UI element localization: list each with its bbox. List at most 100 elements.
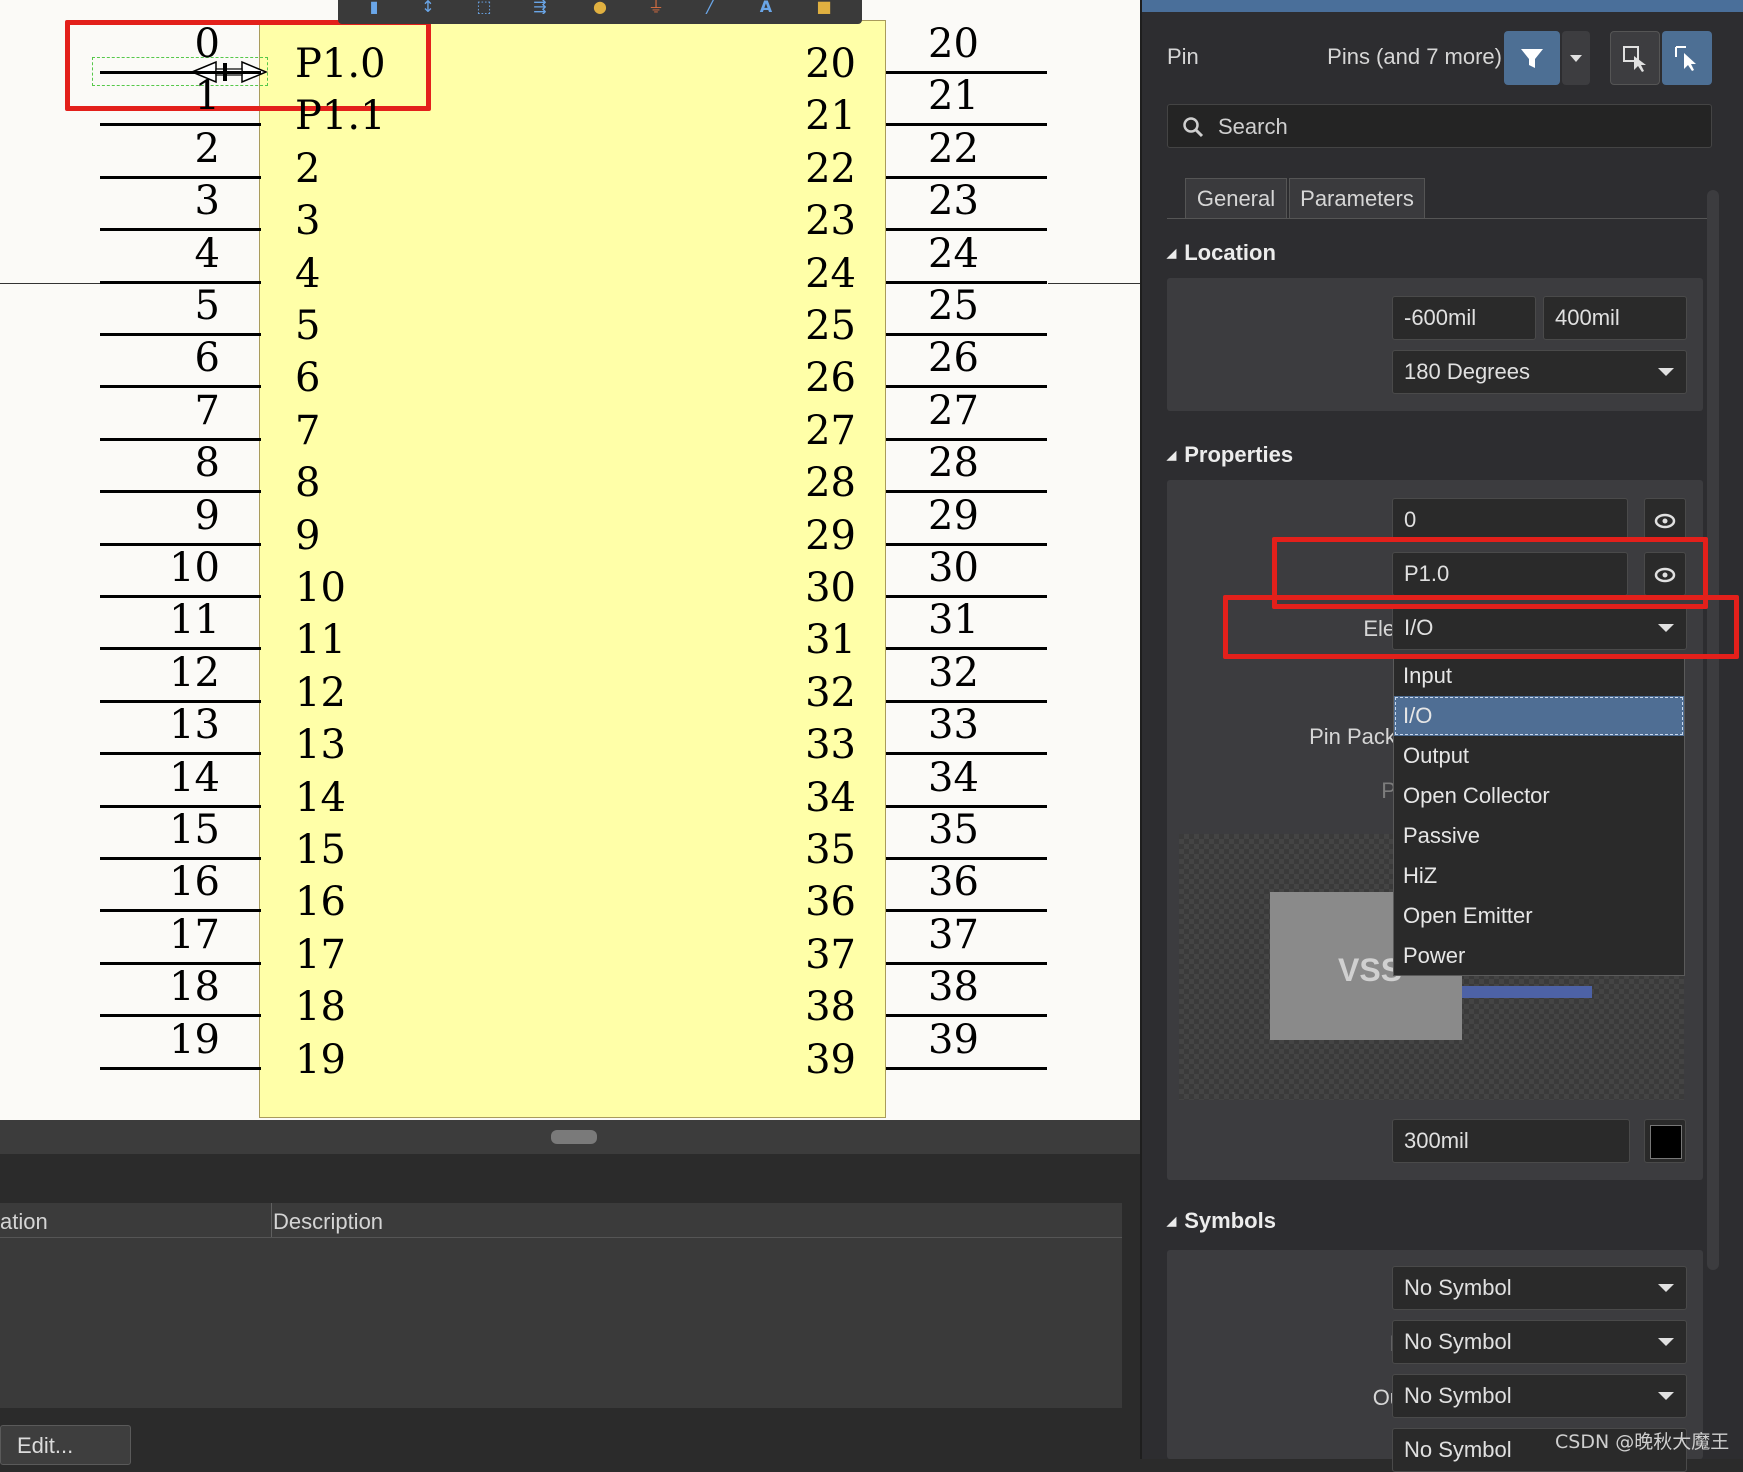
- filter-dropdown-button[interactable]: [1562, 31, 1590, 85]
- search-input[interactable]: Search: [1167, 104, 1712, 148]
- part-icon[interactable]: ■: [812, 0, 836, 14]
- align-icon[interactable]: ⇶: [528, 0, 552, 14]
- select-mode-button[interactable]: [1662, 31, 1712, 85]
- pin-line-left[interactable]: [100, 385, 261, 389]
- y-field[interactable]: 400mil: [1543, 296, 1687, 340]
- watermark: CSDN @晚秋大魔王: [1555, 1431, 1730, 1453]
- pin-number-left: 18: [169, 964, 220, 1011]
- column-header-location[interactable]: ation: [0, 1209, 48, 1235]
- pin-number-left: 1: [194, 73, 220, 120]
- pin-name-left: 19: [295, 1036, 346, 1083]
- pin-line-left[interactable]: [100, 123, 261, 127]
- pin-number-right: 39: [928, 1016, 979, 1063]
- splitter-handle[interactable]: [551, 1130, 597, 1144]
- pin-number-left: 7: [194, 387, 220, 434]
- pin-name-right: 26: [805, 355, 856, 402]
- pin-number-right: 27: [928, 387, 979, 434]
- schematic-canvas[interactable]: ▮ ↕ ⬚ ⇶ ● ⏚ ╱ A ■ 0 P1.0 1 P1.1 2 2 3 3 4 4 5 5 6 6 7 7…: [0, 0, 1140, 1120]
- outside-edge-dropdown[interactable]: No Symbol: [1392, 1374, 1687, 1418]
- pin-number-left: 11: [169, 597, 220, 644]
- panel-title-bar: [1142, 0, 1743, 12]
- select-area-icon[interactable]: ⬚: [472, 0, 496, 14]
- pin-name-left: 17: [295, 931, 346, 978]
- line-tool-icon[interactable]: ↕: [416, 0, 440, 14]
- section-location-header[interactable]: ◢ Location: [1167, 240, 1276, 266]
- pin-number-left: 15: [169, 807, 220, 853]
- designator-field[interactable]: 0: [1392, 498, 1628, 542]
- select-overlapped-icon: [1623, 46, 1646, 72]
- pin-tool-icon[interactable]: ▮: [362, 0, 386, 14]
- x-field[interactable]: -600mil: [1392, 296, 1536, 340]
- pin-number-left: 13: [169, 702, 220, 749]
- pin-name-left: 8: [295, 460, 321, 507]
- ground-icon[interactable]: ⏚: [644, 0, 668, 14]
- pin-length-field[interactable]: 300mil: [1392, 1119, 1630, 1163]
- pin-line-left[interactable]: [100, 490, 261, 494]
- pin-name-right: 32: [805, 669, 856, 716]
- electrical-type-option[interactable]: HiZ: [1394, 856, 1684, 896]
- tab-general[interactable]: General: [1185, 178, 1287, 218]
- pin-name-right: 39: [805, 1036, 856, 1083]
- bottom-panel: ation Description Edit...: [0, 1120, 1140, 1465]
- select-overlapped-button[interactable]: [1610, 31, 1660, 85]
- collapse-triangle-icon: ◢: [1167, 1214, 1177, 1228]
- selection-filter-text[interactable]: Pins (and 7 more): [1322, 44, 1502, 70]
- pin-line-left[interactable]: [100, 1066, 261, 1070]
- inside-edge-dropdown[interactable]: No Symbol: [1392, 1320, 1687, 1364]
- panel-splitter[interactable]: [0, 1120, 1140, 1154]
- chevron-down-icon: [1658, 1338, 1674, 1346]
- text-tool-icon[interactable]: A: [754, 0, 778, 14]
- pin-number-left: 2: [194, 125, 220, 172]
- tab-parameters[interactable]: Parameters: [1289, 178, 1425, 218]
- pin-name-left: 14: [295, 774, 346, 821]
- pin-name-right: 37: [805, 931, 856, 978]
- pin-name-right: 20: [805, 41, 856, 87]
- pin-name-right: 31: [805, 617, 856, 664]
- pin-line-left[interactable]: [100, 175, 261, 179]
- pin-line-right[interactable]: [886, 1066, 1047, 1070]
- designator-visibility-button[interactable]: [1644, 498, 1686, 542]
- electrical-type-option[interactable]: Open Emitter: [1394, 896, 1684, 936]
- pin-line-left[interactable]: [100, 333, 261, 336]
- pin-number-right: 28: [928, 440, 979, 487]
- rotation-value: 180 Degrees: [1404, 359, 1530, 384]
- edit-button[interactable]: Edit...: [0, 1425, 131, 1465]
- wire-icon[interactable]: ╱: [698, 0, 722, 14]
- pin-line-left[interactable]: [100, 71, 261, 74]
- pin-number-left: 3: [194, 178, 220, 225]
- electrical-type-options[interactable]: Input I/O Output Open Collector Passive HiZ Op…: [1393, 654, 1685, 976]
- pin-line-left[interactable]: [100, 437, 261, 441]
- section-symbols-header[interactable]: ◢ Symbols: [1167, 1208, 1276, 1234]
- pin-name-right: 35: [805, 827, 856, 873]
- electrical-type-option[interactable]: I/O: [1394, 696, 1684, 736]
- electrical-type-option[interactable]: Passive: [1394, 816, 1684, 856]
- filter-button[interactable]: [1504, 31, 1560, 85]
- section-properties-title: Properties: [1184, 442, 1294, 467]
- electrical-type-option[interactable]: Open Collector: [1394, 776, 1684, 816]
- electrical-type-option[interactable]: Power: [1394, 936, 1684, 976]
- section-properties-header[interactable]: ◢ Properties: [1167, 442, 1293, 468]
- pin-name-right: 27: [805, 407, 856, 454]
- search-placeholder: Search: [1218, 114, 1288, 139]
- power-port-icon[interactable]: ●: [588, 0, 612, 14]
- pin-number-left: 8: [194, 440, 220, 487]
- chevron-down-icon: [1658, 1392, 1674, 1400]
- pin-number-left: 6: [194, 335, 220, 382]
- panel-scrollbar[interactable]: [1707, 190, 1719, 1270]
- pin-number-left: 5: [194, 283, 220, 329]
- pin-color-button[interactable]: [1644, 1119, 1686, 1163]
- pin-number-right: 23: [928, 178, 979, 225]
- inside-dropdown[interactable]: No Symbol: [1392, 1266, 1687, 1310]
- electrical-type-option[interactable]: Input: [1394, 656, 1684, 696]
- pin-name-right: 28: [805, 460, 856, 507]
- pin-line-left[interactable]: [100, 228, 261, 232]
- pin-line-left[interactable]: [100, 280, 261, 284]
- object-kind-label: Pin: [1167, 44, 1199, 69]
- electrical-type-option[interactable]: Output: [1394, 736, 1684, 776]
- preview-pin-line: [1462, 986, 1592, 998]
- rotation-dropdown[interactable]: 180 Degrees: [1392, 350, 1687, 394]
- pin-name-left: 16: [295, 879, 346, 926]
- column-header-description[interactable]: Description: [273, 1209, 383, 1235]
- column-separator[interactable]: [271, 1203, 272, 1237]
- pin-number-right: 36: [928, 859, 979, 906]
